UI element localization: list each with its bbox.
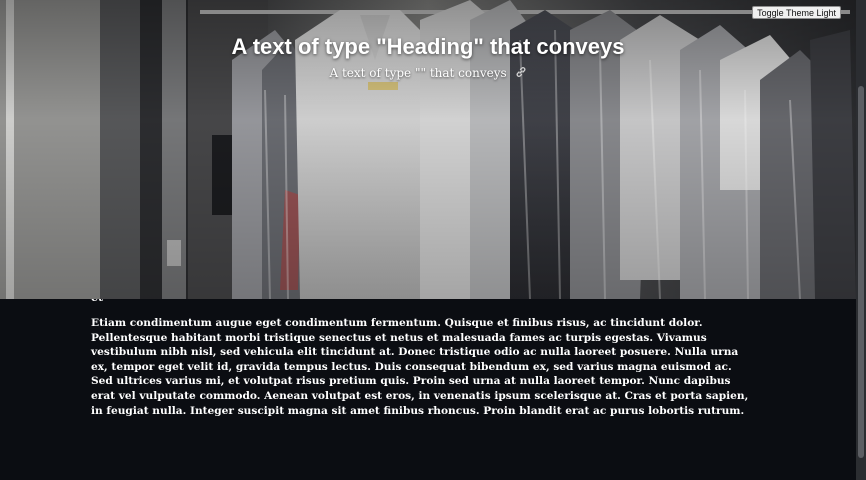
page: et Etiam condimentum augue eget condimen… <box>0 0 856 480</box>
toggle-theme-button[interactable]: Toggle Theme Light <box>752 6 841 19</box>
scrollbar-thumb[interactable] <box>858 86 864 458</box>
hero-subtitle-row: A text of type "" that conveys <box>0 66 856 81</box>
page-title: A text of type "Heading" that conveys <box>231 34 625 59</box>
vertical-scrollbar[interactable] <box>856 0 866 480</box>
hero-banner: A text of type "Heading" that conveys A … <box>0 0 856 299</box>
link-icon[interactable] <box>515 66 527 81</box>
article-paragraph: Etiam condimentum augue eget condimentum… <box>91 317 749 417</box>
hero-subtitle: A text of type "" that conveys <box>329 66 507 80</box>
